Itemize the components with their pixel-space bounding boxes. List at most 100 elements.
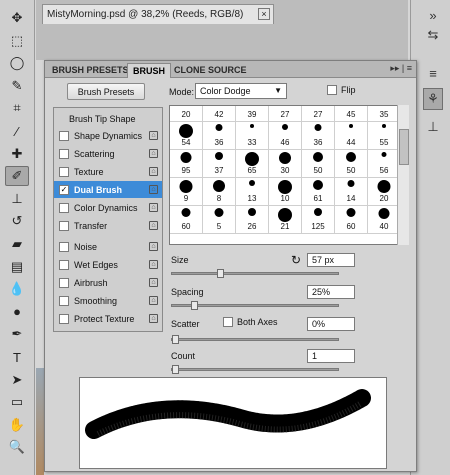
size-field[interactable]: 57 px <box>307 253 355 267</box>
brush-tip-cell[interactable]: 26 <box>236 206 269 234</box>
both-axes-checkbox[interactable]: Both Axes <box>223 317 278 327</box>
close-document-icon[interactable]: × <box>258 8 270 20</box>
spacing-slider-knob[interactable] <box>191 301 199 310</box>
option-checkbox[interactable] <box>59 202 69 213</box>
eyedropper-icon[interactable]: ⁄ <box>5 121 29 141</box>
option-row-wet-edges[interactable]: Wet Edges ⌂ <box>54 256 162 273</box>
reset-size-icon[interactable]: ↻ <box>291 253 301 267</box>
brush-tip-cell[interactable]: 45 <box>335 106 368 122</box>
zoom-icon[interactable]: 🔍 <box>5 437 29 457</box>
document-tab[interactable]: MistyMorning.psd @ 38,2% (Reeds, RGB/8) … <box>42 4 274 24</box>
brush-tip-cell[interactable]: 61 <box>302 178 335 206</box>
option-checkbox[interactable] <box>59 220 69 231</box>
count-field[interactable]: 1 <box>307 349 355 363</box>
option-row-noise[interactable]: Noise ⌂ <box>54 238 162 255</box>
option-checkbox[interactable] <box>59 241 69 252</box>
brush-icon[interactable]: ✐ <box>5 166 29 187</box>
shape-icon[interactable]: ▭ <box>5 392 29 412</box>
path-select-icon[interactable]: ➤ <box>5 370 29 390</box>
gradient-icon[interactable]: ▤ <box>5 257 29 277</box>
stamp-icon[interactable]: ⊥ <box>5 189 29 209</box>
lock-icon[interactable]: ⌂ <box>149 149 158 158</box>
brush-tip-cell[interactable]: 9 <box>170 178 203 206</box>
lasso-icon[interactable]: ◯ <box>5 53 29 73</box>
option-row-shape-dynamics[interactable]: Shape Dynamics ⌂ <box>54 127 162 144</box>
count-slider-knob[interactable] <box>172 365 179 374</box>
size-slider[interactable] <box>171 269 339 278</box>
brush-tip-cell[interactable]: 13 <box>236 178 269 206</box>
brush-tip-cell[interactable]: 44 <box>335 122 368 150</box>
lock-icon[interactable]: ⌂ <box>149 131 158 140</box>
pen-icon[interactable]: ✒ <box>5 324 29 344</box>
brush-tip-cell[interactable]: 20 <box>170 106 203 122</box>
brush-tip-cell[interactable]: 27 <box>269 106 302 122</box>
brush-tip-cell[interactable]: 33 <box>236 122 269 150</box>
brush-tip-cell[interactable]: 42 <box>203 106 236 122</box>
brush-tip-cell[interactable]: 60 <box>335 206 368 234</box>
mode-select[interactable]: Color Dodge ▼ <box>195 83 287 99</box>
brush-presets-icon[interactable]: ≡ <box>423 62 443 84</box>
panel-menu-icon[interactable]: ▸▸ | ≡ <box>390 63 412 74</box>
brush-tip-cell[interactable]: 60 <box>170 206 203 234</box>
brush-tip-cell[interactable]: 95 <box>170 150 203 178</box>
spacing-field[interactable]: 25% <box>307 285 355 299</box>
flip-checkbox[interactable]: Flip <box>327 85 356 95</box>
scatter-field[interactable]: 0% <box>307 317 355 331</box>
option-row-airbrush[interactable]: Airbrush ⌂ <box>54 274 162 291</box>
brush-tip-cell[interactable]: 36 <box>203 122 236 150</box>
option-checkbox[interactable] <box>59 166 69 177</box>
blur-icon[interactable]: 💧 <box>5 279 29 299</box>
option-row-scattering[interactable]: Scattering ⌂ <box>54 145 162 162</box>
option-checkbox[interactable] <box>59 277 69 288</box>
option-checkbox[interactable] <box>59 259 69 270</box>
lock-icon[interactable]: ⌂ <box>149 260 158 269</box>
scrollbar-thumb[interactable] <box>399 129 409 165</box>
scatter-slider[interactable] <box>171 335 339 344</box>
brush-tip-cell[interactable]: 30 <box>269 150 302 178</box>
option-checkbox[interactable] <box>59 130 69 141</box>
tab-clone-source[interactable]: CLONE SOURCE <box>169 63 252 78</box>
count-slider[interactable] <box>171 365 339 374</box>
brush-grid-scrollbar[interactable] <box>397 105 409 245</box>
size-slider-knob[interactable] <box>216 269 224 278</box>
brush-tip-cell[interactable]: 125 <box>302 206 335 234</box>
lock-icon[interactable]: ⌂ <box>149 203 158 212</box>
lock-icon[interactable]: ⌂ <box>149 242 158 251</box>
brush-tip-cell[interactable]: 14 <box>335 178 368 206</box>
brush-tip-cell[interactable]: 21 <box>269 206 302 234</box>
type-icon[interactable]: T <box>5 347 29 367</box>
healing-brush-icon[interactable]: ✚ <box>5 144 29 164</box>
lock-icon[interactable]: ⌂ <box>149 185 158 194</box>
history-brush-icon[interactable]: ↺ <box>5 211 29 231</box>
brush-tip-cell[interactable]: 65 <box>236 150 269 178</box>
brush-tip-cell[interactable]: 5 <box>203 206 236 234</box>
marquee-icon[interactable]: ⬚ <box>5 31 29 51</box>
option-checkbox[interactable] <box>59 295 69 306</box>
option-row-dual-brush[interactable]: ✓ Dual Brush ⌂ <box>54 181 162 198</box>
brush-presets-button[interactable]: Brush Presets <box>67 83 145 100</box>
eraser-icon[interactable]: ▰ <box>5 234 29 254</box>
spacing-slider[interactable] <box>171 301 339 310</box>
option-checkbox[interactable] <box>59 313 69 324</box>
brush-tip-cell[interactable]: 8 <box>203 178 236 206</box>
brush-tip-cell[interactable]: 39 <box>236 106 269 122</box>
brush-tip-cell[interactable]: 54 <box>170 122 203 150</box>
dodge-icon[interactable]: ● <box>5 302 29 322</box>
lock-icon[interactable]: ⌂ <box>149 167 158 176</box>
hand-icon[interactable]: ✋ <box>5 415 29 435</box>
brush-tip-cell[interactable]: 50 <box>335 150 368 178</box>
lock-icon[interactable]: ⌂ <box>149 314 158 323</box>
brush-tip-cell[interactable]: 50 <box>302 150 335 178</box>
option-row-smoothing[interactable]: Smoothing ⌂ <box>54 292 162 309</box>
move-icon[interactable]: ✥ <box>5 8 29 28</box>
lock-icon[interactable]: ⌂ <box>149 296 158 305</box>
brush-tip-cell[interactable]: 37 <box>203 150 236 178</box>
brush-tip-cell[interactable]: 36 <box>302 122 335 150</box>
brush-tip-cell[interactable]: 46 <box>269 122 302 150</box>
clone-source-icon[interactable]: ⊥ <box>423 116 443 138</box>
crop-icon[interactable]: ⌗ <box>5 98 29 118</box>
lock-icon[interactable]: ⌂ <box>149 221 158 230</box>
brush-tip-cell[interactable]: 27 <box>302 106 335 122</box>
tab-brush-presets[interactable]: BRUSH PRESETS <box>47 63 134 78</box>
history-panel-icon[interactable]: ⇆ <box>423 24 443 46</box>
